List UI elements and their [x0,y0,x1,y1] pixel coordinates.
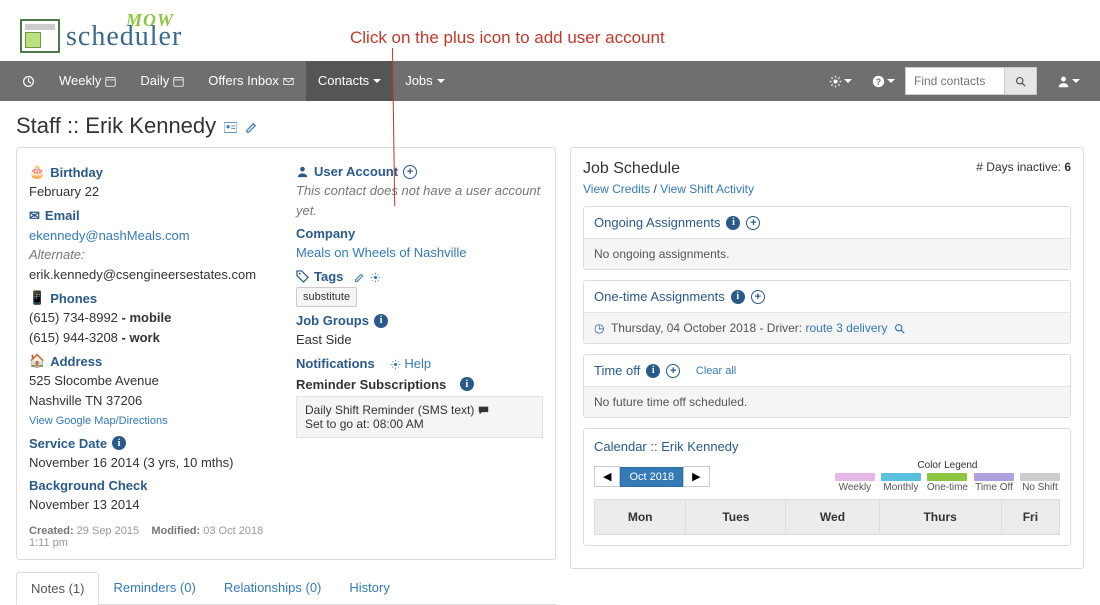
contact-panel: 🎂Birthday February 22 ✉Email ekennedy@na… [16,147,556,560]
cal-month-label[interactable]: Oct 2018 [620,467,683,487]
nav-settings[interactable] [819,75,862,88]
clear-all-link[interactable]: Clear all [696,365,736,377]
phone2-type: - work [118,330,160,345]
phone1-type: - mobile [118,310,171,325]
color-legend: Color Legend Weekly Monthly One-time Tim… [835,460,1060,493]
address-line2: Nashville TN 37206 [29,393,142,408]
email-alt-label: Alternate: [29,247,85,262]
company-heading: Company [296,226,543,241]
email-alt-value: erik.kennedy@csengineersestates.com [29,267,256,282]
svg-text:?: ? [876,76,881,86]
search-icon[interactable] [894,321,905,335]
job-groups-value: East Side [296,330,543,350]
notif-settings-icon[interactable]: Help [390,356,431,371]
reminder-subs-heading: Reminder Subscriptions i [296,377,543,392]
nav-contacts[interactable]: Contacts [306,61,393,101]
add-timeoff-icon[interactable]: + [666,364,680,378]
user-account-heading: User Account + [296,164,543,179]
job-groups-heading: Job Groups i [296,313,543,328]
tag-settings-icon[interactable] [370,269,381,284]
calendar-heading: Calendar :: Erik Kennedy [594,439,1060,454]
background-check-heading: Background Check [29,478,276,493]
edit-tags-icon[interactable] [354,269,365,284]
phone2-number: (615) 944-3208 [29,330,118,345]
ongoing-panel: Ongoing Assignments i + No ongoing assig… [583,206,1071,270]
nav-offers-inbox[interactable]: Offers Inbox [196,61,306,101]
onetime-panel: One-time Assignments i + Thursday, 04 Oc… [583,280,1071,344]
phone1-number: (615) 734-8992 [29,310,118,325]
info-icon[interactable]: i [726,216,740,230]
birthday-heading: 🎂Birthday [29,164,276,180]
page-title: Staff :: Erik Kennedy [16,113,216,139]
add-user-account-icon[interactable]: + [403,165,417,179]
vcard-icon[interactable] [224,118,237,133]
birthday-value: February 22 [29,182,276,202]
email-heading: ✉Email [29,208,276,224]
address-heading: 🏠Address [29,353,276,369]
tags-heading: Tags [296,269,543,284]
nav-daily[interactable]: Daily [128,61,196,101]
comment-icon [478,405,489,416]
calendar-panel: Calendar :: Erik Kennedy Color Legend We… [583,428,1071,546]
view-shift-activity-link[interactable]: View Shift Activity [660,182,754,196]
tab-reminders[interactable]: Reminders (0) [99,572,209,604]
cal-prev-button[interactable]: ◀ [594,466,620,487]
timeoff-body: No future time off scheduled. [584,386,1070,417]
onetime-body: Thursday, 04 October 2018 - Driver: rout… [584,312,1070,343]
add-onetime-icon[interactable]: + [751,290,765,304]
days-inactive: # Days inactive: 6 [976,160,1071,174]
tab-history[interactable]: History [335,572,403,604]
tab-relationships[interactable]: Relationships (0) [210,572,336,604]
clock-icon [594,321,604,335]
job-schedule-panel: # Days inactive: 6 Job Schedule View Cre… [570,147,1084,569]
nav-help[interactable]: ? [862,75,905,88]
info-icon[interactable]: i [374,314,388,328]
info-icon[interactable]: i [460,377,474,391]
nav-jobs[interactable]: Jobs [393,61,456,101]
ongoing-body: No ongoing assignments. [584,238,1070,269]
edit-icon[interactable] [245,118,258,133]
cal-header-wed: Wed [786,500,879,535]
route-link[interactable]: route 3 delivery [805,321,887,335]
reminder-box: Daily Shift Reminder (SMS text) Set to g… [296,396,543,438]
cal-header-mon: Mon [595,500,686,535]
timeoff-panel: Time off i + Clear all No future time of… [583,354,1071,418]
meta-row: Created: 29 Sep 2015 Modified: 03 Oct 20… [29,525,276,549]
nav-refresh[interactable] [10,75,47,88]
cal-header-thu: Thurs [879,500,1001,535]
service-date-heading: Service Date i [29,436,276,451]
cal-header-fri: Fri [1001,500,1059,535]
info-icon[interactable]: i [731,290,745,304]
user-account-message: This contact does not have a user accoun… [296,181,543,220]
info-icon[interactable]: i [112,436,126,450]
search-button[interactable] [1005,67,1037,95]
notifications-heading: Notifications Help [296,356,543,371]
company-link[interactable]: Meals on Wheels of Nashville [296,245,467,260]
map-link[interactable]: View Google Map/Directions [29,415,168,427]
background-check-value: November 13 2014 [29,495,276,515]
logo-icon [20,19,60,53]
logo-text: MOWscheduler [66,10,182,53]
info-icon[interactable]: i [646,364,660,378]
page-title-row: Staff :: Erik Kennedy [0,101,1100,147]
nav-weekly[interactable]: Weekly [47,61,128,101]
nav-user-menu[interactable] [1047,75,1090,88]
search-input[interactable] [905,67,1005,95]
annotation-text: Click on the plus icon to add user accou… [350,28,665,48]
view-credits-link[interactable]: View Credits [583,182,650,196]
calendar-table: Mon Tues Wed Thurs Fri [594,499,1060,535]
address-line1: 525 Slocombe Avenue [29,373,159,388]
navbar: Weekly Daily Offers Inbox Contacts Jobs … [0,61,1100,101]
cal-header-tue: Tues [686,500,786,535]
email-primary-link[interactable]: ekennedy@nashMeals.com [29,228,190,243]
phones-heading: 📱Phones [29,290,276,306]
tag-substitute[interactable]: substitute [296,287,357,308]
cal-next-button[interactable]: ▶ [683,466,709,487]
service-date-value: November 16 2014 (3 yrs, 10 mths) [29,453,276,473]
add-ongoing-icon[interactable]: + [746,216,760,230]
